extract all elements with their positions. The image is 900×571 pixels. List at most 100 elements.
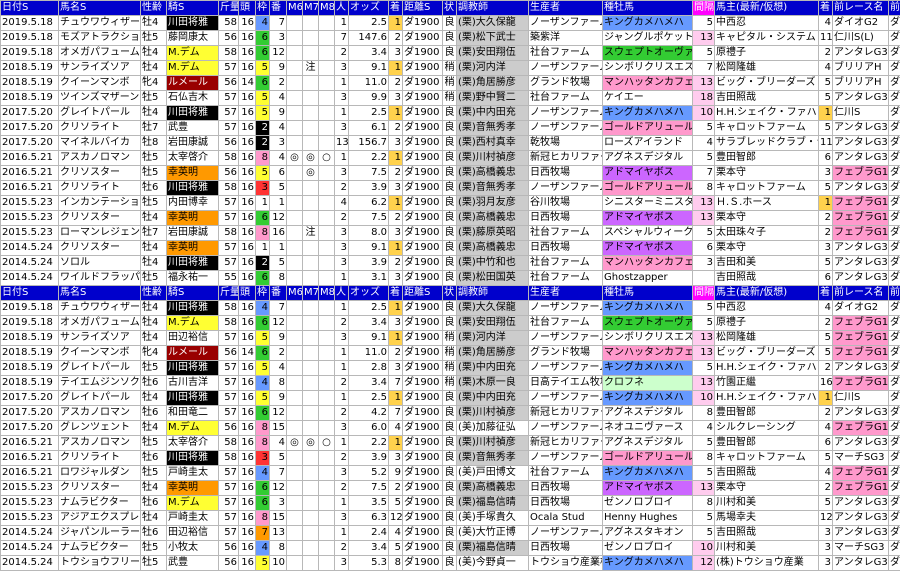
header-mark8[interactable]: M8: [319, 1, 335, 16]
cell-horse-name[interactable]: クリソライト: [59, 451, 141, 466]
table-row[interactable]: 2015.5.23ローマンレジェンド牡7岩田康誠5816816注38.03ダ19…: [1, 226, 900, 241]
cell-horse-name[interactable]: クリソライト: [59, 181, 141, 196]
table-row[interactable]: 2017.5.20クリソライト牡7武豊57162436.12ダ1900良(栗)音…: [1, 121, 900, 136]
cell-horse-name[interactable]: アスカノロマン: [59, 406, 141, 421]
cell-horse-name[interactable]: グレイトパール: [59, 391, 141, 406]
cell-horse-name[interactable]: サンライズソア: [59, 331, 141, 346]
header-odds[interactable]: オッズ: [349, 1, 389, 16]
cell-horse-name[interactable]: テイエムジンソク: [59, 376, 141, 391]
header-field-size[interactable]: 頭: [239, 1, 256, 16]
cell-horse-name[interactable]: モズアトラクション: [59, 31, 141, 46]
cell-horse-name[interactable]: チュウワウィザード: [59, 16, 141, 31]
table-row[interactable]: 2014.5.24ワイルドフラッパー牡5福永祐一55166813.13ダ1900…: [1, 271, 900, 286]
table-row[interactable]: 2016.5.21クリソスター牡5幸英明561656◎37.52ダ1900良(栗…: [1, 166, 900, 181]
cell-horse-name[interactable]: トウショウフリーク: [59, 556, 141, 571]
table-row[interactable]: 2019.5.18チュウワウィザード牡4川田将雅58164712.51ダ1900…: [1, 16, 900, 31]
header-mark7[interactable]: M7: [303, 286, 319, 301]
header-mark8[interactable]: M8: [319, 286, 335, 301]
table-row[interactable]: 2015.5.23インカンテーション牡5内田博幸57161146.21ダ1900…: [1, 196, 900, 211]
table-row[interactable]: 2016.5.21クリソライト牡6川田将雅58163523.93ダ1900良(栗…: [1, 451, 900, 466]
header-owner[interactable]: 馬主(最新/仮想): [715, 286, 819, 301]
cell-horse-name[interactable]: サンライズソア: [59, 61, 141, 76]
header-prev-distance[interactable]: 前距離: [889, 1, 900, 16]
table-row[interactable]: 2014.5.24ソロル牡4川田将雅57162533.92ダ1900良(栗)中竹…: [1, 256, 900, 271]
cell-horse-name[interactable]: オメガパフューム: [59, 316, 141, 331]
cell-horse-name[interactable]: アジアエクスプレス: [59, 511, 141, 526]
cell-horse-name[interactable]: ロワジャルダン: [59, 466, 141, 481]
header-interval[interactable]: 間隔: [693, 286, 715, 301]
header-prev-finish[interactable]: 着: [819, 286, 833, 301]
table-row[interactable]: 2015.5.23クリソスター牡4幸英明571661227.52ダ1900良(栗…: [1, 211, 900, 226]
table-row[interactable]: 2017.5.20グレイトパール牡4川田将雅57165912.51ダ1900良(…: [1, 391, 900, 406]
cell-horse-name[interactable]: ナムラビクター: [59, 541, 141, 556]
cell-horse-name[interactable]: オメガパフューム: [59, 46, 141, 61]
table-row[interactable]: 2016.5.21アスカノロマン牡5太宰啓介581684◎◎○12.21ダ190…: [1, 151, 900, 166]
header-owner[interactable]: 馬主(最新/仮想): [715, 1, 819, 16]
cell-horse-name[interactable]: クリソスター: [59, 211, 141, 226]
cell-horse-name[interactable]: インカンテーション: [59, 196, 141, 211]
header-field-size[interactable]: 頭: [239, 286, 256, 301]
header-horse-name[interactable]: 馬名S: [59, 1, 141, 16]
table-row[interactable]: 2018.5.19クイーンマンボ牝4ルメール561462111.02ダ1900稍…: [1, 76, 900, 91]
cell-horse-name[interactable]: クイーンマンボ: [59, 346, 141, 361]
header-distance[interactable]: 距離S: [403, 1, 443, 16]
header-number[interactable]: 番: [270, 286, 287, 301]
header-odds[interactable]: オッズ: [349, 286, 389, 301]
table-row[interactable]: 2018.5.19ツインズマザーン牡5石仏吉木57165439.93ダ1900稍…: [1, 91, 900, 106]
cell-horse-name[interactable]: チュウワウィザード: [59, 301, 141, 316]
header-prev-race[interactable]: 前レース名: [833, 1, 889, 16]
header-breeder[interactable]: 生産者: [529, 286, 603, 301]
header-sire[interactable]: 種牡馬: [603, 1, 693, 16]
header-mark7[interactable]: M7: [303, 1, 319, 16]
header-track-condition[interactable]: 状: [443, 1, 457, 16]
cell-horse-name[interactable]: アスカノロマン: [59, 436, 141, 451]
header-prev-finish[interactable]: 着: [819, 1, 833, 16]
header-prev-distance[interactable]: 前距離: [889, 286, 900, 301]
table-row[interactable]: 2016.5.21アスカノロマン牡5太宰啓介581684◎◎○12.21ダ190…: [1, 436, 900, 451]
header-date[interactable]: 日付S: [1, 286, 59, 301]
cell-horse-name[interactable]: ワイルドフラッパー: [59, 271, 141, 286]
header-gate[interactable]: 枠: [256, 286, 270, 301]
table-row[interactable]: 2019.5.18チュウワウィザード牡4川田将雅58164712.51ダ1900…: [1, 301, 900, 316]
cell-horse-name[interactable]: グレイトパール: [59, 361, 141, 376]
table-row[interactable]: 2017.5.20アスカノロマン牡6和田竜二571661224.27ダ1900良…: [1, 406, 900, 421]
header-popularity[interactable]: 人: [335, 286, 349, 301]
header-distance[interactable]: 距離S: [403, 286, 443, 301]
header-weight[interactable]: 斤量: [219, 286, 239, 301]
header-number[interactable]: 番: [270, 1, 287, 16]
header-track-condition[interactable]: 状: [443, 286, 457, 301]
table-row[interactable]: 2014.5.24ナムラビクター牡5小牧太56164823.45ダ1900良(栗…: [1, 541, 900, 556]
header-sire[interactable]: 種牡馬: [603, 286, 693, 301]
header-trainer[interactable]: 調教師: [457, 1, 529, 16]
header-breeder[interactable]: 生産者: [529, 1, 603, 16]
header-weight[interactable]: 斤量: [219, 1, 239, 16]
table-row[interactable]: 2017.5.20グレンツェント牡4M.デム561681536.04ダ1900良…: [1, 421, 900, 436]
table-row[interactable]: 2018.5.19サンライズソア牡4田辺裕信57165939.11ダ1900稍(…: [1, 331, 900, 346]
header-mark6[interactable]: M6: [287, 286, 303, 301]
cell-horse-name[interactable]: グレイトパール: [59, 106, 141, 121]
table-row[interactable]: 2018.5.19テイエムジンソク牡6古川吉洋57164823.47ダ1900稍…: [1, 376, 900, 391]
cell-horse-name[interactable]: ソロル: [59, 256, 141, 271]
cell-horse-name[interactable]: グレンツェント: [59, 421, 141, 436]
header-sex-age[interactable]: 性齢: [141, 286, 167, 301]
header-prev-race[interactable]: 前レース名: [833, 286, 889, 301]
header-trainer[interactable]: 調教師: [457, 286, 529, 301]
header-popularity[interactable]: 人: [335, 1, 349, 16]
header-jockey[interactable]: 騎S: [167, 286, 219, 301]
table-row[interactable]: 2018.5.19サンライズソア牡4M.デム571659注39.11ダ1900稍…: [1, 61, 900, 76]
table-row[interactable]: 2016.5.21クリソライト牡6川田将雅58163523.93ダ1900良(栗…: [1, 181, 900, 196]
header-finish[interactable]: 着: [389, 1, 403, 16]
table-row[interactable]: 2019.5.18オメガパフューム牡4M.デム581661223.43ダ1900…: [1, 316, 900, 331]
table-row[interactable]: 2015.5.23クリソスター牡4幸英明571661227.52ダ1900良(栗…: [1, 481, 900, 496]
table-row[interactable]: 2017.5.20グレイトパール牡4川田将雅57165912.51ダ1900良(…: [1, 106, 900, 121]
table-row[interactable]: 2016.5.21ロワジャルダン牡5戸崎圭太57164735.29ダ1900良(…: [1, 466, 900, 481]
cell-horse-name[interactable]: ローマンレジェンド: [59, 226, 141, 241]
cell-horse-name[interactable]: ナムラビクター: [59, 496, 141, 511]
cell-horse-name[interactable]: ツインズマザーン: [59, 91, 141, 106]
cell-horse-name[interactable]: クリソスター: [59, 241, 141, 256]
cell-horse-name[interactable]: クリソライト: [59, 121, 141, 136]
table-row[interactable]: 2018.5.19グレイトパール牡5川田将雅57165412.83ダ1900稍(…: [1, 361, 900, 376]
cell-horse-name[interactable]: クリソスター: [59, 166, 141, 181]
header-interval[interactable]: 間隔: [693, 1, 715, 16]
table-row[interactable]: 2018.5.19クイーンマンボ牝4ルメール561462111.02ダ1900稍…: [1, 346, 900, 361]
